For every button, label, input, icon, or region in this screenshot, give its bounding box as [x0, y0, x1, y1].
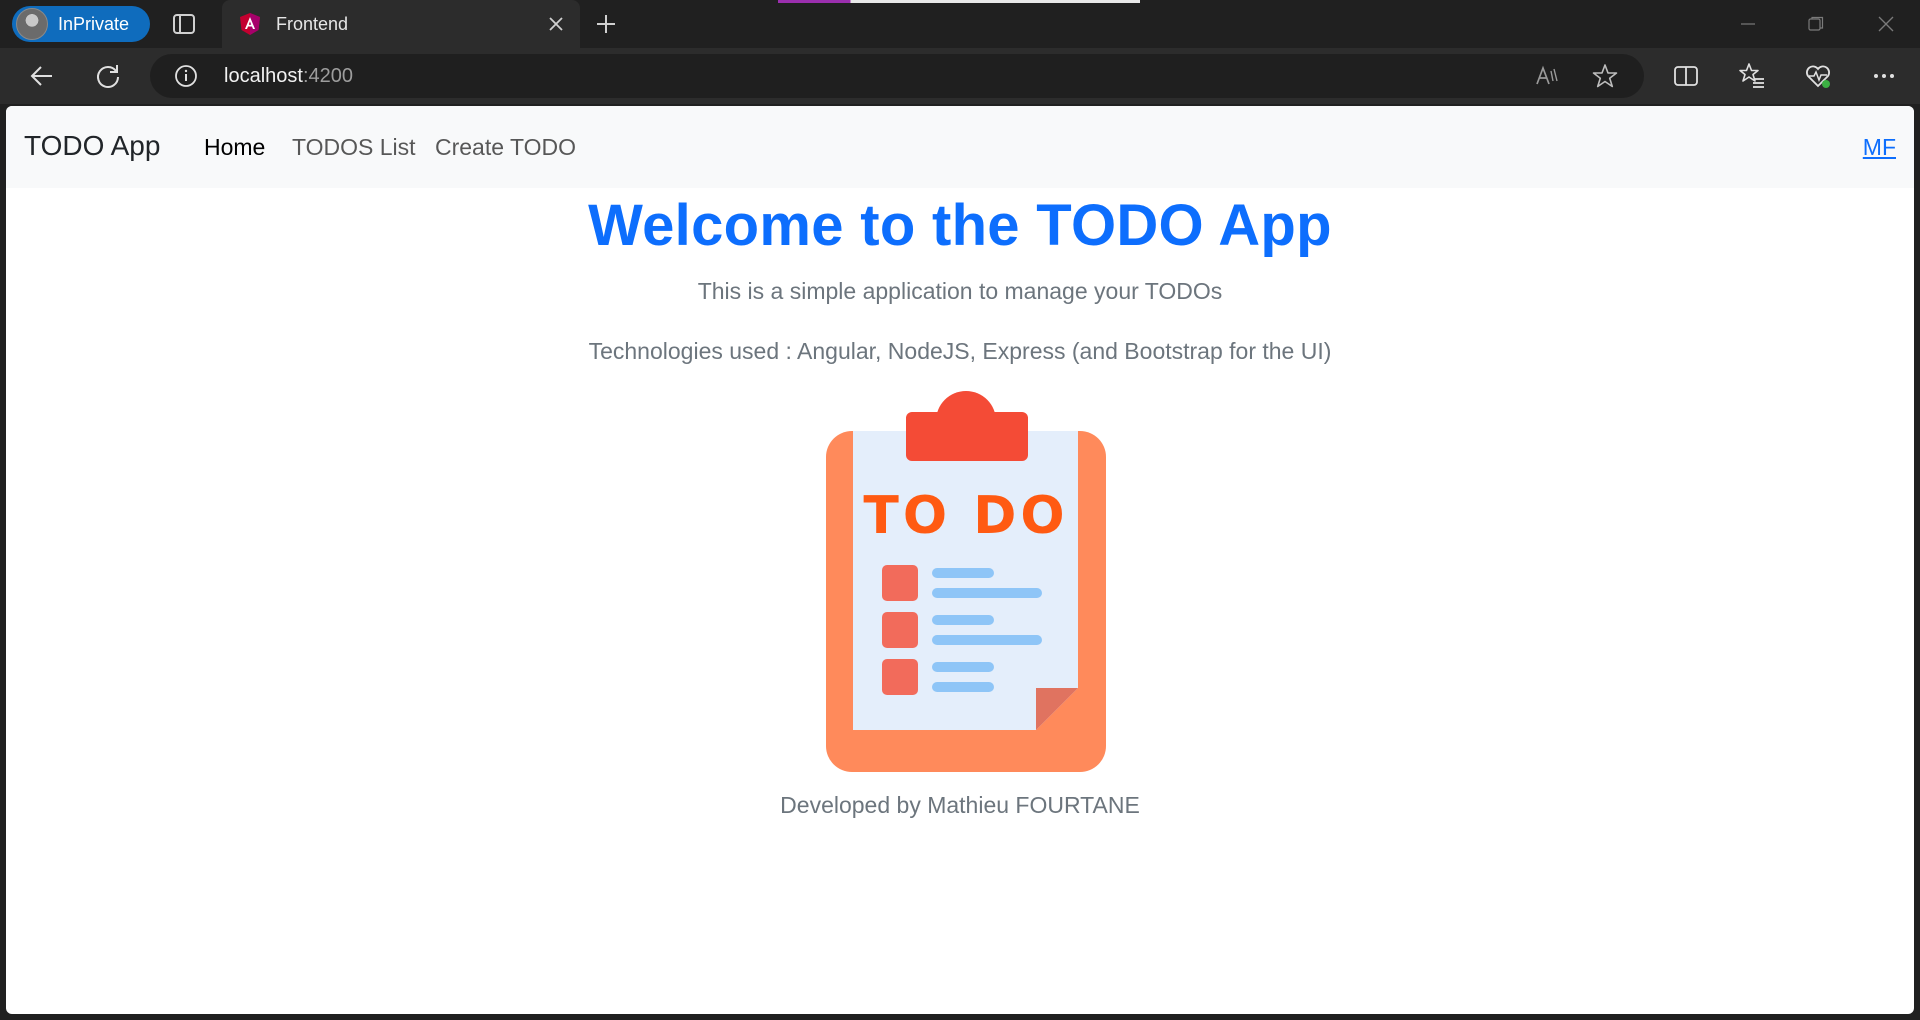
profile-button[interactable]: InPrivate	[12, 6, 150, 42]
info-icon[interactable]	[174, 64, 198, 88]
star-icon[interactable]	[1592, 63, 1618, 89]
navbar-brand[interactable]: TODO App	[24, 130, 160, 162]
technologies-text: Technologies used : Angular, NodeJS, Exp…	[588, 338, 1332, 364]
heartbeat-icon[interactable]	[1804, 62, 1832, 90]
page-subtitle: This is a simple application to manage y…	[697, 278, 1223, 304]
plus-icon[interactable]	[594, 12, 618, 36]
profile-label: InPrivate	[58, 13, 130, 34]
minimize-icon[interactable]	[1738, 14, 1758, 34]
nav-link-create-todo[interactable]: Create TODO	[435, 134, 576, 161]
todo-illustration-text: TO DO	[863, 486, 1068, 546]
refresh-icon[interactable]	[94, 62, 122, 90]
read-aloud-icon[interactable]	[1534, 63, 1560, 89]
tab-strip: InPrivate Frontend	[0, 0, 1920, 48]
page-title: Welcome to the TODO App	[588, 193, 1332, 258]
nav-link-home[interactable]: Home	[204, 134, 265, 161]
favorites-icon[interactable]	[1738, 62, 1766, 90]
split-screen-icon[interactable]	[1672, 62, 1700, 90]
developer-credit: Developed by Mathieu FOURTANE	[780, 792, 1140, 818]
more-icon[interactable]	[1870, 62, 1898, 90]
url-host: localhost	[224, 65, 303, 87]
loading-progress-bar	[778, 0, 1140, 3]
tab-title: Frontend	[276, 14, 349, 34]
app-navbar: TODO App Home TODOS List Create TODO MF	[6, 106, 1914, 188]
restore-icon[interactable]	[1806, 14, 1826, 34]
url-text[interactable]: localhost:4200	[224, 65, 353, 88]
browser-toolbar: localhost:4200	[0, 48, 1920, 104]
tab-actions-icon[interactable]	[172, 12, 196, 36]
angular-icon	[240, 13, 260, 35]
nav-link-todos-list[interactable]: TODOS List	[292, 134, 416, 161]
close-window-icon[interactable]	[1876, 14, 1896, 34]
url-port: :4200	[302, 65, 353, 87]
address-bar[interactable]: localhost:4200	[150, 54, 1644, 98]
todo-clipboard-illustration: TO DO	[826, 391, 1106, 772]
back-arrow-icon[interactable]	[28, 62, 56, 90]
author-link[interactable]: MF	[1863, 134, 1896, 161]
page-viewport: TODO App Home TODOS List Create TODO MF …	[6, 106, 1914, 1014]
avatar-icon	[16, 8, 48, 40]
browser-tab[interactable]: Frontend	[222, 0, 580, 48]
close-icon[interactable]	[546, 14, 566, 34]
